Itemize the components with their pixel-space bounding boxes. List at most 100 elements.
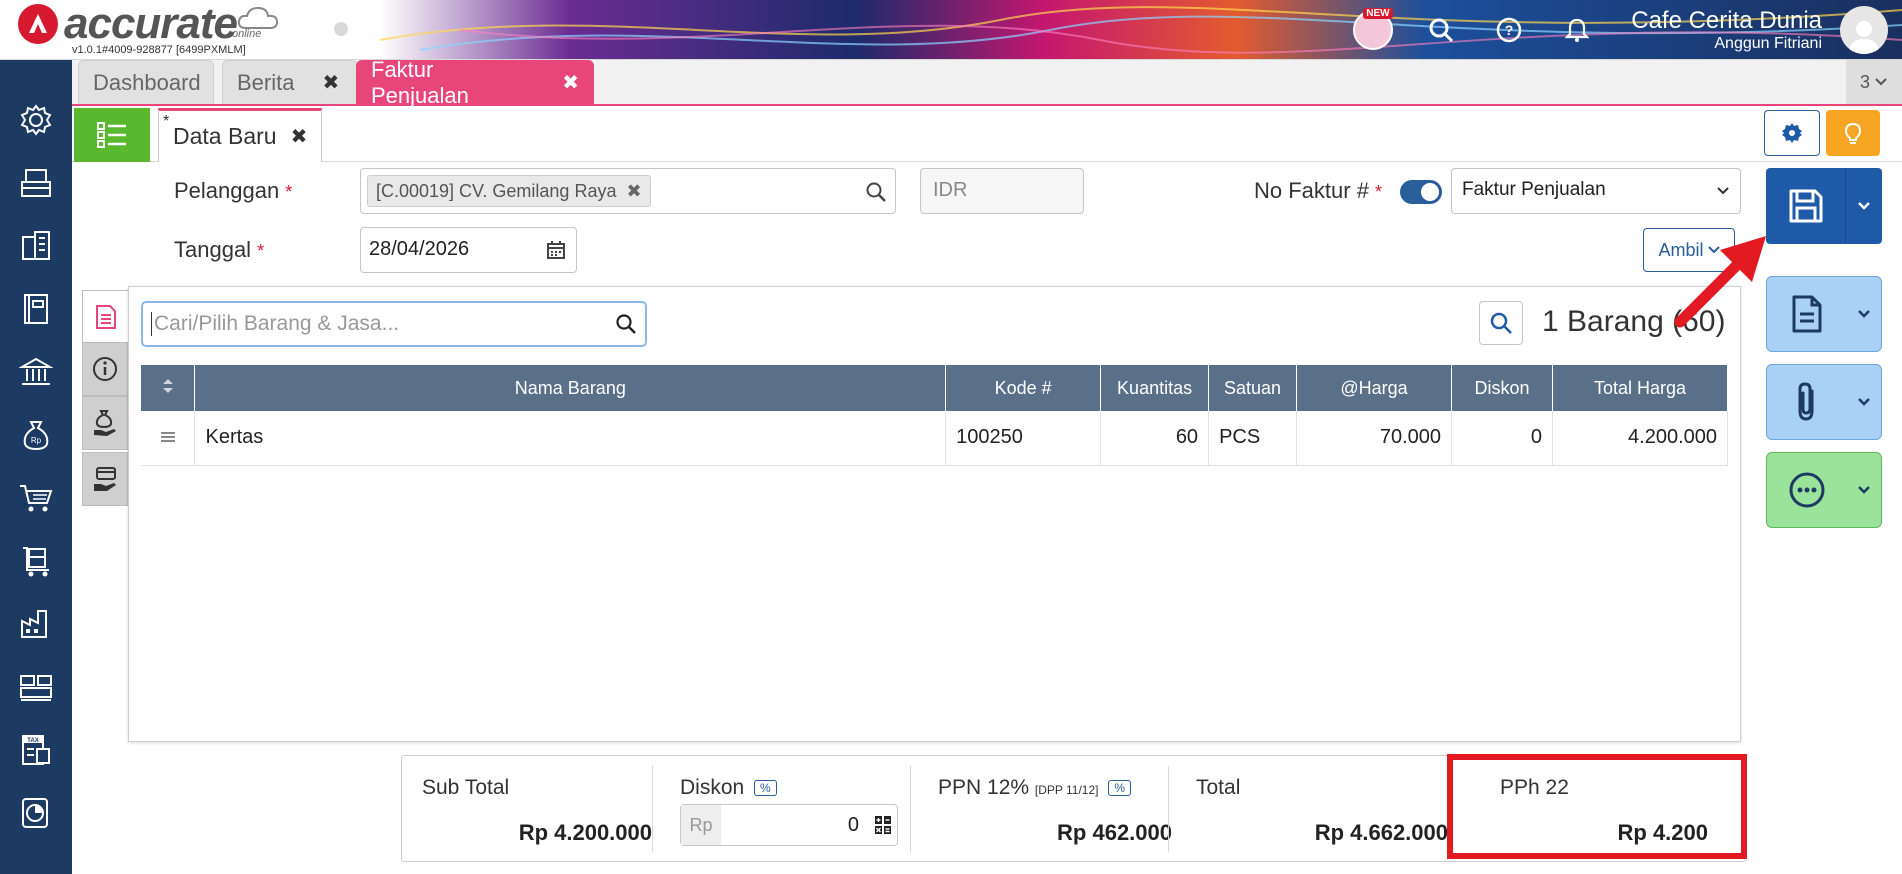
tab-costs[interactable] [82,396,128,450]
tax-report-icon: TAX [22,734,50,765]
sidebar-item-sales[interactable] [0,529,72,592]
item-filter-search-button[interactable] [1479,301,1523,345]
top-icons-group: NEW ? Cafe Cerita Dunia Anggun Fitriani [1329,6,1902,54]
cell-kuantitas[interactable]: 60 [1100,411,1210,466]
accurate-logo[interactable]: accurate [18,2,238,46]
ppn-label-text: PPN 12% [938,776,1030,799]
ppn-section: PPN 12% [DPP 11/12] % Rp 462.000 [918,764,1180,856]
user-avatar[interactable] [1840,6,1888,54]
attachment-button[interactable] [1766,364,1882,440]
list-view-button[interactable] [74,108,150,162]
print-dropdown[interactable] [1847,277,1881,351]
print-button[interactable] [1766,276,1882,352]
column-header-harga[interactable]: @Harga [1296,365,1452,411]
cell-harga[interactable]: 70.000 [1296,411,1452,466]
more-actions-dropdown[interactable] [1847,453,1881,527]
tips-button[interactable] [1826,110,1880,156]
required-marker: * [257,241,265,261]
close-icon[interactable]: ✖ [322,70,339,95]
user-name: Anggun Fitriani [1714,35,1822,52]
save-dropdown[interactable] [1846,168,1882,244]
sidebar-item-reports[interactable] [0,781,72,844]
subtotal-section: Sub Total Rp 4.200.000 [402,764,660,856]
tab-data-baru[interactable]: * Data Baru ✖ [158,108,322,162]
sidebar-item-cash[interactable]: Rp [0,403,72,466]
tab-label: Dashboard [93,69,201,95]
cell-nama-barang[interactable]: Kertas [194,411,947,466]
settings-button[interactable] [1764,110,1820,156]
notification-button[interactable] [1553,6,1601,54]
table-row[interactable]: Kertas 100250 60 PCS 70.000 0 4.200.000 [141,411,1729,466]
document-icon [1792,295,1822,333]
company-info[interactable]: Cafe Cerita Dunia Anggun Fitriani [1631,7,1822,53]
column-header-diskon[interactable]: Diskon [1451,365,1553,411]
ppn-value: Rp 462.000 [1057,820,1172,845]
search-icon[interactable] [615,313,637,335]
tab-item-detail[interactable] [82,290,128,344]
column-header-total-harga[interactable]: Total Harga [1552,365,1729,411]
search-button[interactable] [1417,6,1465,54]
sidebar-item-warehouse[interactable] [0,655,72,718]
tab-dashboard[interactable]: Dashboard [78,60,214,104]
more-actions-main[interactable] [1767,453,1847,527]
item-search-placeholder: Cari/Pilih Barang & Jasa... [154,312,400,335]
tab-berita[interactable]: Berita ✖ [222,60,358,104]
shopping-cart-icon [20,484,53,511]
new-feature-avatar[interactable]: NEW [1349,6,1397,54]
drag-handle[interactable] [141,411,196,466]
table-header-row: Nama Barang Kode # Kuantitas Satuan @Har… [141,365,1729,411]
column-header-satuan[interactable]: Satuan [1208,365,1298,411]
column-header-kuantitas[interactable]: Kuantitas [1100,365,1210,411]
close-icon[interactable]: ✖ [291,124,308,149]
diskon-input[interactable]: Rp 0 [680,804,898,846]
save-main[interactable] [1766,168,1846,244]
delivery-cart-icon [23,546,49,576]
sidebar-item-company[interactable] [0,214,72,277]
tab-overflow-menu[interactable]: 3 [1846,60,1902,104]
cell-total-harga[interactable]: 4.200.000 [1552,411,1729,466]
total-value: Rp 4.662.000 [1314,820,1448,845]
pelanggan-field[interactable]: [C.00019] CV. Gemilang Raya ✖ [360,168,896,214]
more-actions-button[interactable] [1766,452,1882,528]
auto-number-toggle[interactable] [1400,180,1442,204]
column-header-nama-barang[interactable]: Nama Barang [194,365,947,411]
column-header-kode[interactable]: Kode # [945,365,1102,411]
logo-online-label: online [232,28,262,40]
sidebar-item-tax[interactable]: TAX [0,718,72,781]
status-dot [334,22,348,36]
cell-kode[interactable]: 100250 [945,411,1102,466]
tab-info[interactable] [82,342,128,396]
money-bag-icon: Rp [23,420,49,450]
help-button[interactable]: ? [1485,6,1533,54]
close-icon[interactable]: ✖ [626,181,641,202]
sort-handle-header[interactable] [141,365,196,411]
doc-type-select[interactable]: Faktur Penjualan [1451,168,1741,214]
unsaved-marker: * [163,113,170,130]
diskon-percent-toggle[interactable]: % [754,780,777,797]
sidebar-item-settings[interactable] [0,88,72,151]
calculator-button[interactable] [869,815,897,835]
warehouse-icon [20,674,52,701]
sidebar-item-bank[interactable] [0,340,72,403]
print-main[interactable] [1767,277,1847,351]
attachment-dropdown[interactable] [1847,365,1881,439]
cell-diskon[interactable]: 0 [1451,411,1553,466]
save-button[interactable] [1766,168,1882,244]
tab-faktur-penjualan[interactable]: Faktur Penjualan ✖ [356,57,594,108]
sidebar-item-ledger[interactable] [0,277,72,340]
inventory-box-icon [21,168,51,197]
sidebar-item-manufacture[interactable] [0,592,72,655]
accurate-logo-icon [18,4,58,44]
cell-satuan[interactable]: PCS [1208,411,1298,466]
sidebar-item-inventory[interactable] [0,151,72,214]
attachment-main[interactable] [1767,365,1847,439]
close-icon[interactable]: ✖ [562,70,579,95]
bell-icon [1565,18,1590,42]
tanggal-field[interactable]: 28/04/2026 [360,227,577,273]
search-icon[interactable] [865,181,887,203]
sidebar-item-purchase[interactable] [0,466,72,529]
ppn-percent-toggle[interactable]: % [1108,780,1132,797]
tab-payment[interactable] [82,452,128,506]
calendar-icon[interactable] [546,240,566,260]
item-search-input[interactable]: Cari/Pilih Barang & Jasa... [141,301,647,347]
